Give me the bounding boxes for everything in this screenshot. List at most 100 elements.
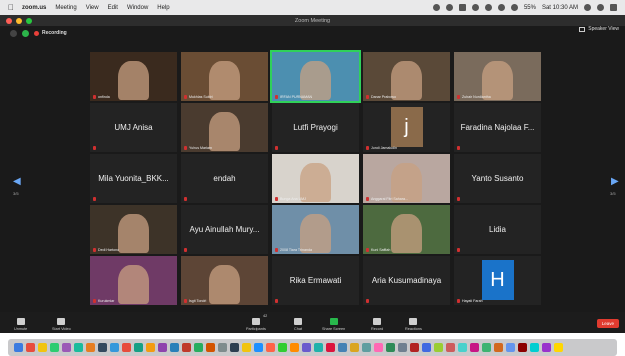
dock-app-icon[interactable]: [230, 343, 239, 352]
encryption-shield-icon[interactable]: [22, 29, 29, 37]
clock-icon[interactable]: [471, 4, 479, 11]
dock-app-icon[interactable]: [302, 343, 311, 352]
participant-tile[interactable]: Zubair Nurdiantha: [454, 52, 541, 101]
participant-tile[interactable]: Rika Ermawati: [272, 256, 359, 305]
menu-edit[interactable]: Edit: [108, 5, 118, 11]
participant-tile[interactable]: Mukhlas Subiri: [181, 52, 268, 101]
dock-app-icon[interactable]: [170, 343, 179, 352]
zoom-status-icon[interactable]: [432, 4, 440, 11]
participant-tile[interactable]: Kurukmiar: [90, 256, 177, 305]
siri-icon[interactable]: [597, 4, 604, 11]
participant-tile[interactable]: onfinda: [90, 52, 177, 101]
dock-app-icon[interactable]: [338, 343, 347, 352]
dock-app-icon[interactable]: [458, 343, 467, 352]
clock-text[interactable]: Sat 10:30 AM: [542, 5, 578, 11]
search-icon[interactable]: [584, 4, 591, 11]
participant-tile[interactable]: Lidia: [454, 205, 541, 254]
dock-app-icon[interactable]: [422, 343, 431, 352]
dock-app-icon[interactable]: [242, 343, 251, 352]
dock-app-icon[interactable]: [290, 343, 299, 352]
dock-app-icon[interactable]: [542, 343, 551, 352]
dock-app-icon[interactable]: [146, 343, 155, 352]
dock-app-icon[interactable]: [74, 343, 83, 352]
recording-indicator[interactable]: Recording: [34, 30, 67, 36]
speaker-view-button[interactable]: Speaker View: [579, 26, 619, 32]
dock-app-icon[interactable]: [134, 343, 143, 352]
dock-app-icon[interactable]: [494, 343, 503, 352]
participant-tile[interactable]: j Jundi Jamaludin: [363, 103, 450, 152]
dock-app-icon[interactable]: [278, 343, 287, 352]
dock-app-icon[interactable]: [266, 343, 275, 352]
participant-tile[interactable]: endah: [181, 154, 268, 203]
dock-app-icon[interactable]: [62, 343, 71, 352]
record-button[interactable]: Record: [371, 318, 383, 331]
dock-app-icon[interactable]: [50, 343, 59, 352]
participant-tile[interactable]: Aria Kusumadinaya: [363, 256, 450, 305]
participant-tile[interactable]: H Hayati Farah: [454, 256, 541, 305]
apple-icon[interactable]: : [8, 3, 14, 12]
participant-tile[interactable]: Danar Prabowo: [363, 52, 450, 101]
dock-app-icon[interactable]: [374, 343, 383, 352]
camera-status-icon[interactable]: [445, 4, 453, 11]
leave-button[interactable]: Leave: [596, 319, 619, 328]
participants-button[interactable]: Participants: [246, 318, 266, 331]
dock-app-icon[interactable]: [206, 343, 215, 352]
dock-app-icon[interactable]: [434, 343, 443, 352]
dock-app-icon[interactable]: [470, 343, 479, 352]
menu-window[interactable]: Window: [127, 5, 148, 11]
participant-tile[interactable]: Dedi Hartono: [90, 205, 177, 254]
dock-app-icon[interactable]: [518, 343, 527, 352]
participant-tile[interactable]: Isgit Tondri: [181, 256, 268, 305]
prev-page-arrow-icon[interactable]: ◀: [13, 176, 21, 187]
participant-tile[interactable]: Anggarai Fitri Sahara...: [363, 154, 450, 203]
dock-app-icon[interactable]: [26, 343, 35, 352]
dock-app-icon[interactable]: [410, 343, 419, 352]
dock-app-icon[interactable]: [110, 343, 119, 352]
menu-help[interactable]: Help: [157, 5, 169, 11]
dock-app-icon[interactable]: [362, 343, 371, 352]
unmute-button[interactable]: Unmute: [14, 318, 27, 331]
dock-app-icon[interactable]: [98, 343, 107, 352]
dock-app-icon[interactable]: [482, 343, 491, 352]
participant-tile[interactable]: Kuni Saffiah: [363, 205, 450, 254]
dock-app-icon[interactable]: [554, 343, 563, 352]
dock-app-icon[interactable]: [530, 343, 539, 352]
next-page-arrow-icon[interactable]: ▶: [611, 176, 619, 187]
volume-icon[interactable]: [510, 4, 518, 11]
shield-icon[interactable]: [458, 4, 466, 11]
dock-app-icon[interactable]: [350, 343, 359, 352]
reactions-button[interactable]: Reactions: [405, 318, 422, 331]
participant-tile[interactable]: Bunga Ana UMJ: [272, 154, 359, 203]
dock-app-icon[interactable]: [158, 343, 167, 352]
dock-app-icon[interactable]: [38, 343, 47, 352]
menu-view[interactable]: View: [86, 5, 99, 11]
participant-tile[interactable]: Ayu Ainullah Mury...: [181, 205, 268, 254]
dock-app-icon[interactable]: [398, 343, 407, 352]
control-center-icon[interactable]: [610, 4, 617, 11]
participant-tile[interactable]: IRFAN PURNAMAN: [270, 50, 361, 103]
participant-tile[interactable]: 2008 Tiara Trinanda: [272, 205, 359, 254]
dock-app-icon[interactable]: [314, 343, 323, 352]
menu-meeting[interactable]: Meeting: [55, 5, 76, 11]
participant-tile[interactable]: Lutfi Prayogi: [272, 103, 359, 152]
share-screen-button[interactable]: Share Screen: [322, 318, 345, 331]
wifi-icon[interactable]: [497, 4, 505, 11]
dock-app-icon[interactable]: [386, 343, 395, 352]
dock-app-icon[interactable]: [506, 343, 515, 352]
dock-app-icon[interactable]: [14, 343, 23, 352]
dock-app-icon[interactable]: [182, 343, 191, 352]
dock-app-icon[interactable]: [326, 343, 335, 352]
battery-percent[interactable]: 55%: [524, 5, 536, 11]
start-video-button[interactable]: Start Video: [52, 318, 71, 331]
dock-app-icon[interactable]: [86, 343, 95, 352]
participant-tile[interactable]: Mila Yuonita_BKK...: [90, 154, 177, 203]
dock-app-icon[interactable]: [446, 343, 455, 352]
dock-app-icon[interactable]: [254, 343, 263, 352]
menu-app-name[interactable]: zoom.us: [22, 5, 46, 11]
participant-tile[interactable]: Faradina Najolaa F...: [454, 103, 541, 152]
bluetooth-icon[interactable]: [484, 4, 492, 11]
info-icon[interactable]: [10, 29, 17, 37]
participant-tile[interactable]: Yuhus Mariam: [181, 103, 268, 152]
dock-app-icon[interactable]: [218, 343, 227, 352]
dock-app-icon[interactable]: [122, 343, 131, 352]
